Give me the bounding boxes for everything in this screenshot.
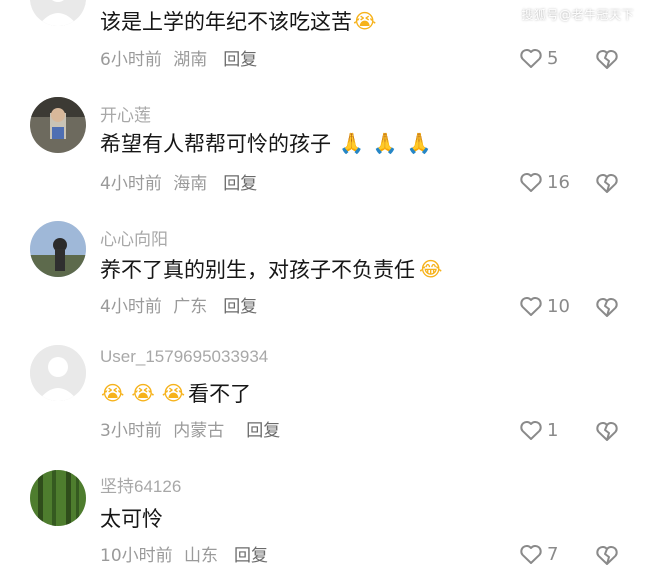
crying-face-emoji: 😭 — [161, 381, 186, 405]
reply-button[interactable]: 回复 — [234, 541, 268, 566]
avatar[interactable] — [30, 470, 86, 526]
like-count: 5 — [547, 47, 559, 69]
laughing-emoji: 😂 — [419, 257, 443, 281]
comment-time: 3小时前 — [100, 421, 162, 441]
comment-location: 山东 — [184, 546, 219, 566]
comment-location: 广东 — [173, 297, 208, 317]
heart-outline-icon — [520, 173, 542, 192]
username[interactable]: User_1579695033934 — [100, 347, 268, 367]
broken-heart-icon — [596, 298, 618, 317]
comment-time-location: 6小时前 湖南 — [100, 45, 207, 70]
avatar[interactable] — [30, 221, 86, 277]
heart-outline-icon — [520, 421, 542, 440]
comment-meta: 10小时前 山东 回复 — [100, 541, 268, 566]
comment-text-content: 该是上学的年纪不该吃这苦 — [100, 10, 352, 34]
comment-location: 湖南 — [173, 50, 208, 70]
comment-meta: 4小时前 广东 回复 — [100, 292, 257, 317]
comment-time-location: 4小时前 海南 — [100, 169, 207, 194]
dislike-button[interactable] — [595, 48, 619, 70]
broken-heart-icon — [596, 546, 618, 565]
comment-meta: 4小时前 海南 回复 — [100, 169, 257, 194]
pray-emoji: 🙏 — [406, 131, 432, 155]
heart-outline-icon — [520, 545, 542, 564]
comment-time: 4小时前 — [100, 174, 162, 194]
reply-button[interactable]: 回复 — [223, 169, 257, 194]
heart-outline-icon — [520, 49, 542, 68]
like-count: 7 — [547, 543, 559, 565]
comment-meta: 6小时前 湖南 回复 — [100, 45, 257, 70]
comment-text: 😭 😭 😭 看不了 — [100, 378, 251, 408]
dislike-button[interactable] — [595, 544, 619, 566]
comment-text-content: 看不了 — [188, 382, 252, 406]
avatar[interactable] — [30, 345, 86, 401]
comment-time: 4小时前 — [100, 297, 162, 317]
username[interactable]: 开心莲 — [100, 101, 151, 126]
watermark: 搜狐号@老牛冠天下 — [521, 8, 634, 22]
comment-text: 该是上学的年纪不该吃这苦 😭 — [100, 6, 377, 36]
comment-location: 海南 — [173, 174, 208, 194]
like-count: 10 — [547, 295, 570, 317]
reply-button[interactable]: 回复 — [246, 416, 280, 441]
comment-location: 内蒙古 — [173, 421, 225, 441]
like-count: 1 — [547, 419, 559, 441]
avatar[interactable] — [30, 0, 86, 26]
like-button[interactable]: 5 — [519, 47, 558, 69]
comment-time-location: 10小时前 山东 — [100, 541, 218, 566]
like-button[interactable]: 16 — [519, 171, 570, 193]
reply-button[interactable]: 回复 — [223, 292, 257, 317]
pray-emoji: 🙏 — [372, 131, 398, 155]
dislike-button[interactable] — [595, 172, 619, 194]
comment-meta: 3小时前 内蒙古 回复 — [100, 416, 280, 441]
crying-face-emoji: 😭 — [353, 9, 377, 33]
comment-time-location: 4小时前 广东 — [100, 292, 207, 317]
username[interactable]: 心心向阳 — [100, 225, 168, 250]
comment-time-location: 3小时前 内蒙古 — [100, 416, 224, 441]
comment-time: 6小时前 — [100, 50, 162, 70]
broken-heart-icon — [596, 422, 618, 441]
comment-text: 养不了真的别生，对孩子不负责任 😂 — [100, 254, 443, 284]
username[interactable]: 坚持64126 — [100, 472, 181, 497]
comment-text: 希望有人帮帮可怜的孩子 🙏 🙏 🙏 — [100, 128, 433, 158]
comment-text: 太可怜 — [100, 503, 163, 533]
dislike-button[interactable] — [595, 296, 619, 318]
reply-button[interactable]: 回复 — [223, 45, 257, 70]
avatar[interactable] — [30, 97, 86, 153]
comment-text-content: 养不了真的别生，对孩子不负责任 — [100, 258, 415, 282]
broken-heart-icon — [596, 174, 618, 193]
broken-heart-icon — [596, 50, 618, 69]
comment-text-content: 希望有人帮帮可怜的孩子 — [100, 132, 331, 156]
pray-emoji: 🙏 — [339, 131, 364, 155]
comment-time: 10小时前 — [100, 546, 173, 566]
like-button[interactable]: 7 — [519, 543, 558, 565]
like-button[interactable]: 1 — [519, 419, 558, 441]
comment-text-content: 太可怜 — [100, 507, 163, 531]
dislike-button[interactable] — [595, 420, 619, 442]
heart-outline-icon — [520, 297, 542, 316]
crying-face-emoji: 😭 — [131, 381, 155, 405]
like-count: 16 — [547, 171, 570, 193]
like-button[interactable]: 10 — [519, 295, 570, 317]
crying-face-emoji: 😭 — [101, 381, 125, 405]
